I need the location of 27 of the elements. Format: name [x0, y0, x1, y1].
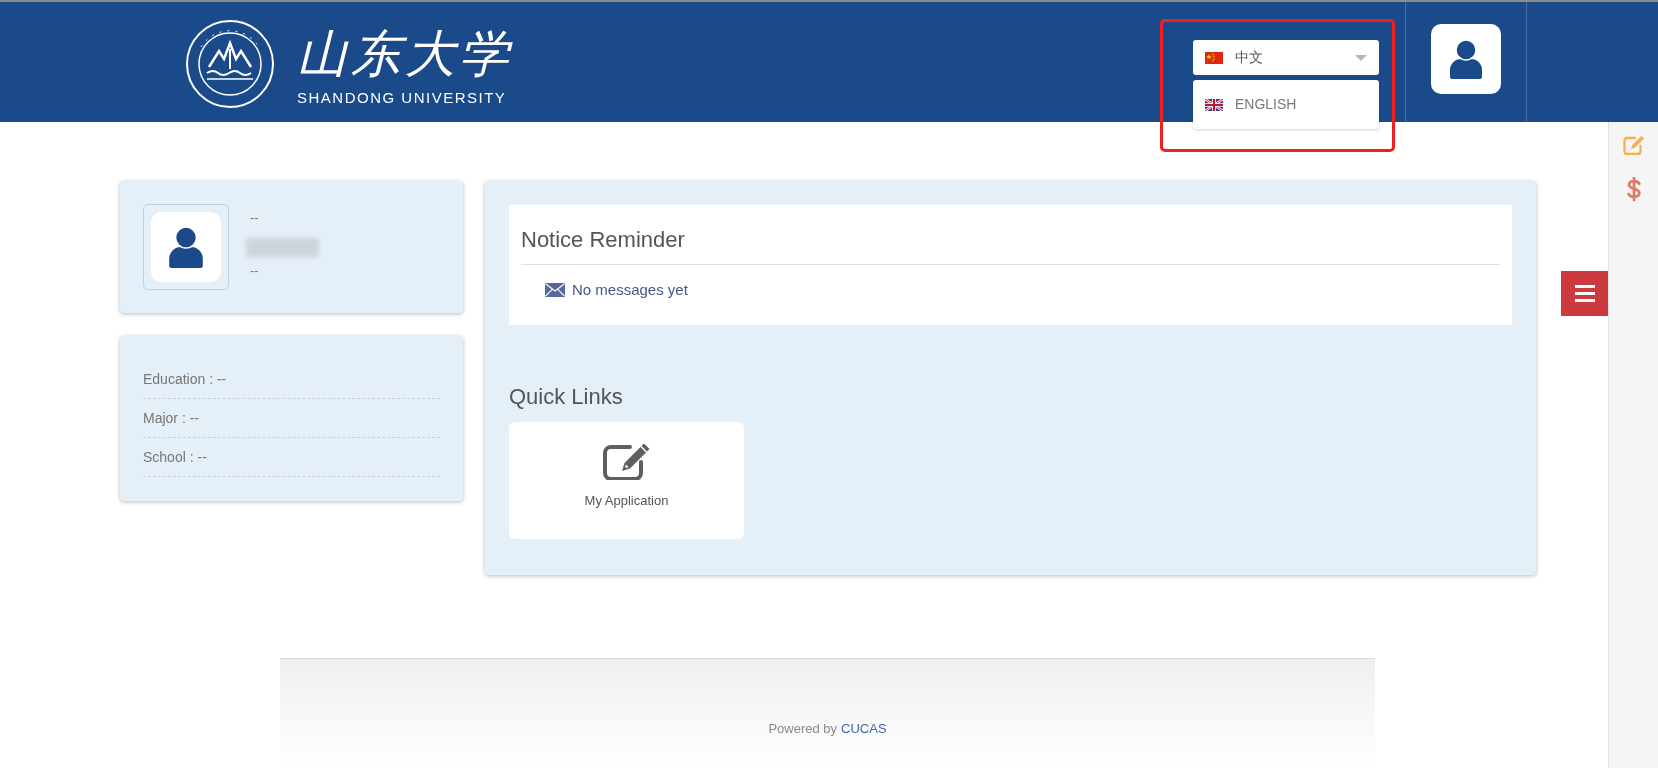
menu-icon — [1574, 285, 1595, 302]
footer-link[interactable]: CUCAS — [841, 721, 887, 736]
mail-icon — [545, 283, 565, 297]
china-flag-icon — [1205, 51, 1223, 64]
notice-message: No messages yet — [572, 281, 688, 299]
caret-icon — [1355, 54, 1367, 61]
detail-text: Education : -- — [143, 369, 227, 389]
profile-text: -- — [250, 263, 259, 279]
menu-button[interactable] — [1561, 271, 1608, 316]
quick-links-title: Quick Links — [509, 383, 624, 411]
footer-text: Powered by CUCAS — [768, 721, 887, 737]
dollar-icon[interactable] — [1626, 177, 1641, 202]
detail-text: School : -- — [143, 447, 207, 467]
account-avatar-button[interactable] — [1431, 24, 1501, 94]
edit-icon — [602, 442, 651, 480]
uk-flag-icon — [1205, 98, 1223, 111]
language-select[interactable]: 中文 — [1193, 40, 1379, 75]
detail-text: Major : -- — [143, 408, 199, 428]
person-icon — [167, 226, 205, 268]
seal-logo-icon — [185, 19, 275, 109]
logo-title: 山东大学 — [297, 25, 513, 83]
person-icon — [1448, 39, 1484, 79]
language-option[interactable]: ENGLISH — [1193, 86, 1379, 123]
logo-subtitle: SHANDONG UNIVERSITY — [297, 89, 507, 107]
notice-title: Notice Reminder — [521, 226, 686, 254]
quick-link-tile[interactable]: My Application — [509, 422, 744, 539]
profile-text: -- — [250, 210, 259, 226]
